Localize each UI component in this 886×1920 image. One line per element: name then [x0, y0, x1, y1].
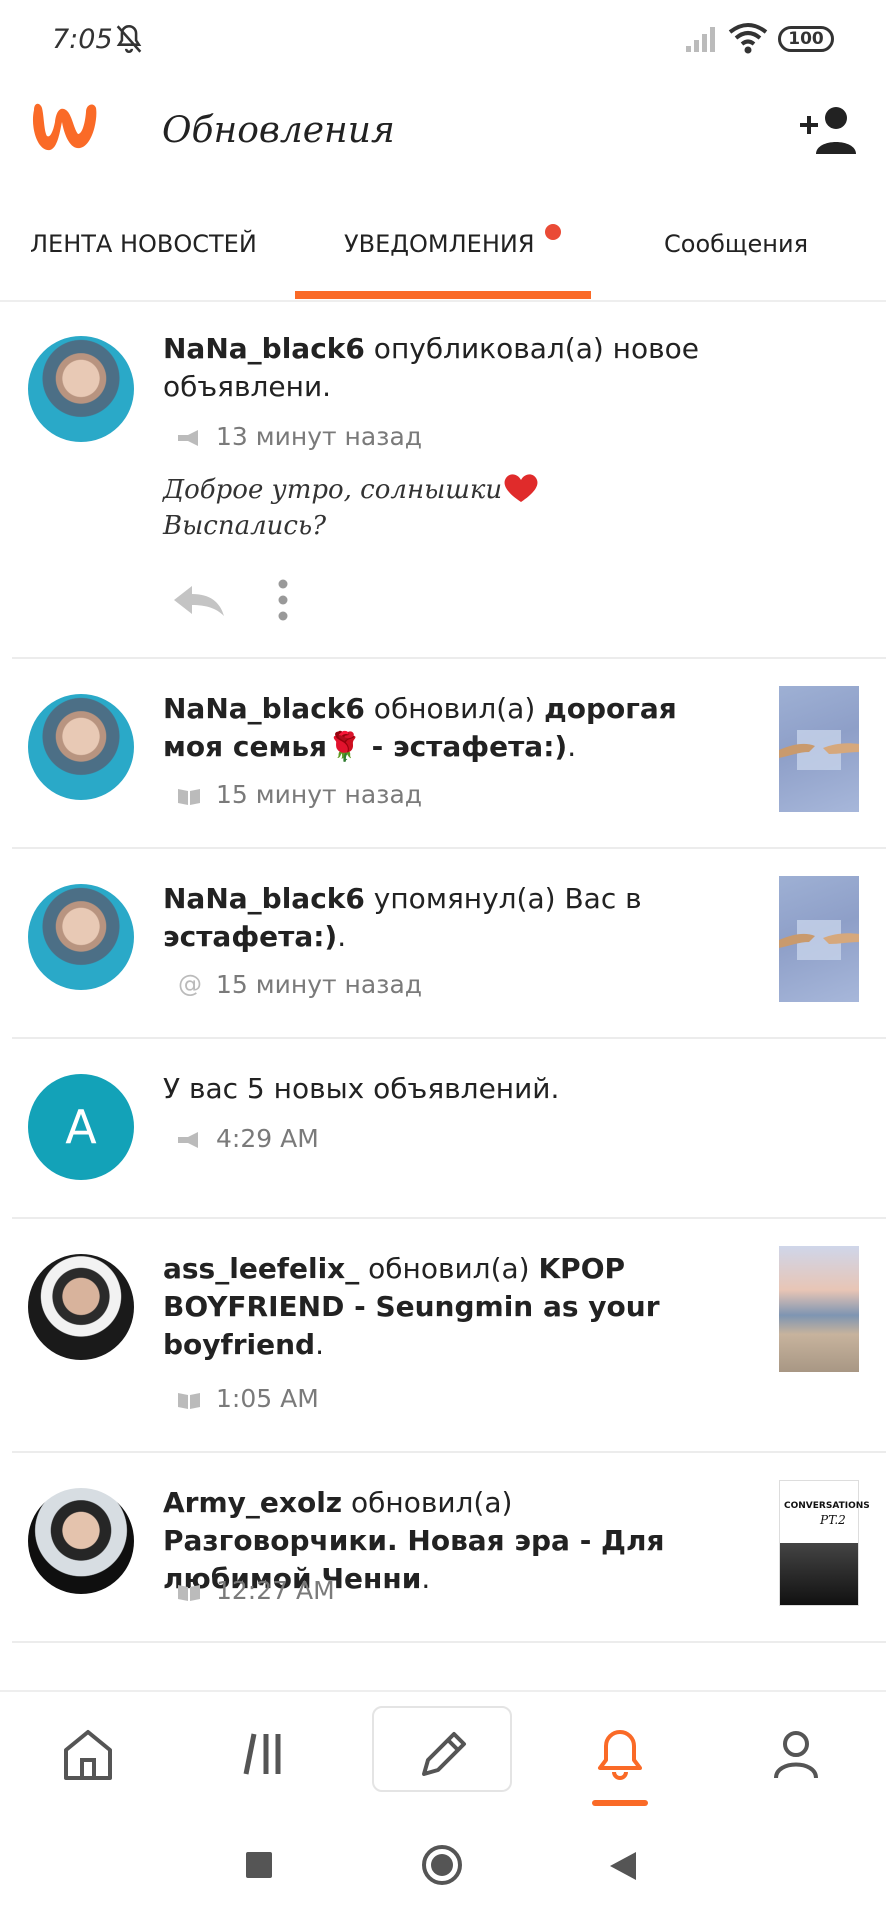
divider: [12, 1037, 886, 1039]
wattpad-logo[interactable]: [28, 100, 100, 156]
megaphone-icon: [178, 430, 198, 446]
page-title: Обновления: [162, 110, 395, 151]
notification-text[interactable]: NaNa_black6 упомянул(а) Вас в эстафета:)…: [163, 880, 743, 956]
avatar[interactable]: [28, 1488, 134, 1594]
tab-news-feed[interactable]: ЛЕНТА НОВОСТЕЙ: [30, 230, 257, 258]
announcement-message: Доброе утро, солнышки Выспались?: [163, 472, 683, 544]
tab-messages[interactable]: Сообщения: [664, 230, 808, 258]
story-cover[interactable]: [779, 876, 859, 1002]
divider: [12, 847, 886, 849]
more-vertical-icon[interactable]: [270, 578, 296, 622]
add-user-icon[interactable]: [796, 104, 858, 156]
divider: [12, 1641, 886, 1643]
reply-icon[interactable]: [170, 580, 226, 620]
story-cover[interactable]: CONVERSATIONS PT.2: [779, 1480, 870, 1606]
username[interactable]: NaNa_black6: [163, 882, 365, 915]
timestamp: 4:29 AM: [216, 1124, 319, 1153]
timestamp: 13 минут назад: [216, 422, 423, 451]
story-cover[interactable]: [779, 686, 859, 812]
timestamp: 15 минут назад: [216, 780, 423, 809]
username[interactable]: ass_leefelix_: [163, 1252, 359, 1285]
tab-notifications[interactable]: УВЕДОМЛЕНИЯ: [344, 230, 535, 258]
home-icon[interactable]: [58, 1724, 118, 1784]
divider: [12, 1451, 886, 1453]
recents-icon[interactable]: [246, 1852, 272, 1878]
avatar[interactable]: [28, 336, 134, 442]
back-icon[interactable]: [608, 1850, 638, 1882]
username[interactable]: NaNa_black6: [163, 692, 365, 725]
signal-icon: [686, 27, 715, 52]
app-header: [0, 80, 886, 190]
active-tab-indicator: [295, 291, 591, 299]
timestamp: 12:27 AM: [216, 1576, 335, 1605]
username[interactable]: NaNa_black6: [163, 332, 365, 365]
book-icon: [178, 789, 200, 805]
timestamp: 1:05 AM: [216, 1384, 319, 1413]
megaphone-icon: [178, 1132, 198, 1148]
pencil-icon[interactable]: [412, 1724, 472, 1784]
bell-off-icon: [116, 24, 142, 53]
story-title[interactable]: эстафета:): [163, 920, 337, 953]
divider: [12, 1217, 886, 1219]
avatar[interactable]: [28, 1254, 134, 1360]
story-cover[interactable]: [779, 1246, 859, 1372]
battery-icon: 100: [778, 26, 834, 52]
notification-text[interactable]: NaNa_black6 опубликовал(а) новое объявле…: [163, 330, 743, 406]
book-icon: [178, 1585, 200, 1601]
active-nav-indicator: [592, 1800, 648, 1806]
timestamp: 15 минут назад: [216, 970, 423, 999]
heart-emoji-icon: [504, 474, 538, 502]
tab-bar: [0, 214, 886, 302]
bell-icon[interactable]: [590, 1724, 650, 1784]
hands-artwork-icon: [779, 730, 859, 770]
at-icon: @: [178, 970, 202, 998]
home-circle-icon[interactable]: [422, 1845, 462, 1885]
notification-text[interactable]: ass_leefelix_ обновил(а) KPOP BOYFRIEND …: [163, 1250, 743, 1364]
notification-text[interactable]: NaNa_black6 обновил(а) дорогая моя семья…: [163, 690, 743, 766]
notification-badge: [545, 224, 561, 240]
profile-icon[interactable]: [766, 1724, 826, 1784]
avatar-letter[interactable]: A: [28, 1074, 134, 1180]
avatar[interactable]: [28, 694, 134, 800]
wifi-icon: [728, 23, 768, 54]
username[interactable]: Army_exolz: [163, 1486, 342, 1519]
library-icon[interactable]: [236, 1724, 296, 1784]
hands-artwork-icon: [779, 920, 859, 960]
cover-image: [780, 1543, 858, 1605]
avatar[interactable]: [28, 884, 134, 990]
divider: [12, 657, 886, 659]
book-icon: [178, 1393, 200, 1409]
status-time: 7:05: [52, 24, 113, 55]
notification-text[interactable]: У вас 5 новых объявлений.: [163, 1070, 743, 1108]
